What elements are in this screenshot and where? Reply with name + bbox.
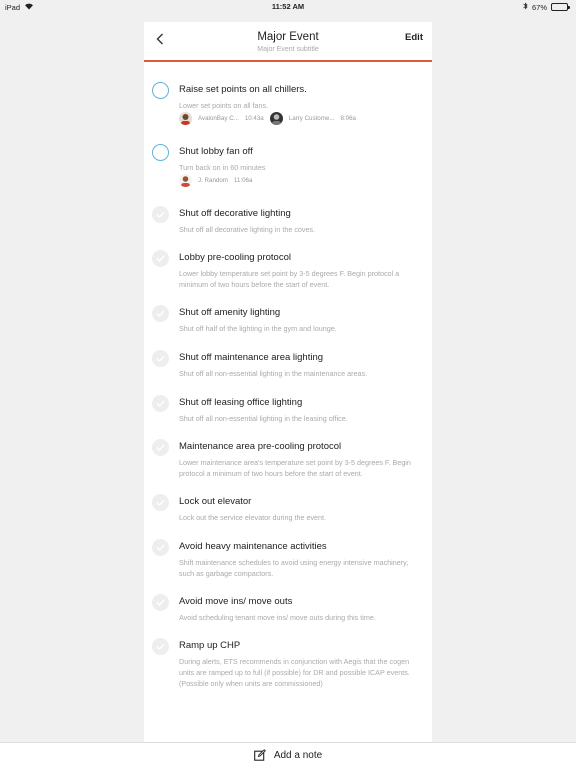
task-assignees: J. Random 11:06a [179, 174, 258, 187]
avatar [179, 174, 192, 187]
checkmark-icon [156, 310, 165, 317]
task-assignees: AvalonBay C... 10:43a Larry Custome... 8… [179, 112, 362, 125]
task-description: Lock out the service elevator during the… [179, 513, 327, 522]
checkmark-icon [156, 355, 165, 362]
assignee-name: J. Random [198, 177, 228, 184]
task-description: Avoid scheduling tenant move ins/ move o… [179, 613, 376, 622]
assignee-time: 8:06a [340, 115, 356, 122]
checklist-header: Major Event Major Event subtitle Edit [144, 22, 432, 62]
battery-percent: 67% [531, 2, 547, 12]
avatar [179, 112, 192, 125]
task-title: Avoid heavy maintenance activities [179, 541, 327, 552]
compose-icon [253, 749, 266, 761]
assignee-time: 11:06a [233, 177, 253, 184]
task-description: Shift maintenance schedules to avoid usi… [179, 558, 409, 578]
task-title: Shut lobby fan off [179, 146, 253, 157]
task-title: Ramp up CHP [179, 640, 241, 651]
task-checkbox[interactable] [152, 250, 169, 267]
task-checkbox[interactable] [152, 494, 169, 511]
checkmark-icon [156, 444, 165, 451]
battery-icon [551, 3, 570, 11]
assignee-name: AvalonBay C... [198, 115, 239, 122]
clock: 11:52 AM [271, 2, 305, 11]
task-description: Shut off all non-essential lighting in t… [179, 414, 348, 423]
task-title: Raise set points on all chillers. [179, 84, 307, 95]
add-note-label: Add a note [273, 749, 323, 761]
bluetooth-icon [523, 2, 528, 12]
checkmark-icon [156, 643, 165, 650]
task-title: Lock out elevator [179, 496, 252, 507]
task-checkbox[interactable] [152, 144, 169, 161]
checklist-card: Major Event Major Event subtitle Edit Ra… [144, 22, 432, 744]
checkmark-icon [156, 544, 165, 551]
assignee-time: 10:43a [244, 115, 264, 122]
edit-button[interactable]: Edit [405, 32, 423, 43]
task-description: Shut off all decorative lighting in the … [179, 225, 316, 234]
avatar [269, 112, 283, 125]
task-title: Lobby pre-cooling protocol [179, 252, 291, 263]
task-title: Avoid move ins/ move outs [179, 596, 293, 607]
task-description: Lower maintenance area's temperature set… [179, 458, 411, 478]
task-description: Lower lobby temperature set point by 3-5… [179, 269, 400, 289]
task-checkbox[interactable] [152, 439, 169, 456]
bottom-bar: Add a note [0, 742, 576, 768]
assignee-name: Larry Custome... [288, 115, 335, 122]
page-title: Major Event [257, 31, 319, 43]
task-description: During alerts, ETS recommends in conjunc… [179, 657, 410, 688]
task-title: Shut off decorative lighting [179, 208, 291, 219]
task-checkbox[interactable] [152, 350, 169, 367]
task-description: Lower set points on all fans. [179, 101, 269, 110]
checkmark-icon [156, 400, 165, 407]
task-description: Shut off all non-essential lighting in t… [179, 369, 368, 378]
page-subtitle: Major Event subtitle [257, 46, 319, 53]
task-checkbox[interactable] [152, 206, 169, 223]
task-description: Shut off half of the lighting in the gym… [179, 324, 337, 333]
checkmark-icon [156, 499, 165, 506]
task-checkbox[interactable] [152, 594, 169, 611]
checkmark-icon [156, 599, 165, 606]
task-checkbox[interactable] [152, 305, 169, 322]
task-title: Shut off maintenance area lighting [179, 352, 324, 363]
add-note-button[interactable]: Add a note [0, 749, 576, 761]
task-title: Shut off leasing office lighting [179, 397, 303, 408]
task-title: Shut off amenity lighting [179, 307, 281, 318]
task-checkbox[interactable] [152, 638, 169, 655]
task-title: Maintenance area pre-cooling protocol [179, 441, 342, 452]
task-description: Turn back on in 60 minutes [179, 163, 266, 172]
task-checkbox[interactable] [152, 539, 169, 556]
checkmark-icon [156, 255, 165, 262]
status-bar: iPad 11:52 AM 67% [0, 0, 576, 14]
task-checkbox[interactable] [152, 395, 169, 412]
task-checkbox[interactable] [152, 82, 169, 99]
checkmark-icon [156, 211, 165, 218]
